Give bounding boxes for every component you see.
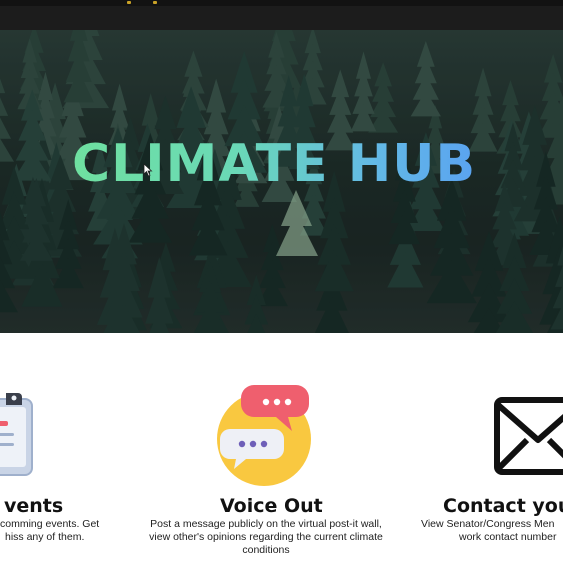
chat-bubbles-icon xyxy=(217,385,311,486)
mouse-cursor-icon xyxy=(143,163,153,177)
description-line: view other's opinions regarding the curr… xyxy=(149,531,383,543)
feature-title: Contact your xyxy=(443,495,563,517)
clipboard-icon xyxy=(0,393,33,476)
window-strip xyxy=(0,0,563,6)
description-line: hiss any of them. xyxy=(5,531,85,543)
browser-top-bar xyxy=(0,0,563,31)
site-title: CLIMATE HUB xyxy=(72,134,477,194)
indicator-dot xyxy=(127,1,131,4)
features-section: vents comming events. Get hiss any of th… xyxy=(0,333,563,563)
feature-title: vents xyxy=(4,495,64,517)
hero-banner: CLIMATE HUB xyxy=(0,30,563,333)
feature-description: comming events. Get hiss any of them. xyxy=(0,518,120,544)
feature-description: Post a message publicly on the virtual p… xyxy=(132,518,400,557)
description-line: Post a message publicly on the virtual p… xyxy=(150,518,382,530)
description-line: conditions xyxy=(242,544,290,556)
description-line: work contact number xyxy=(459,531,557,543)
feature-description: View Senator/Congress Men work contact n… xyxy=(421,518,563,544)
description-line: comming events. Get xyxy=(0,518,100,530)
envelope-icon xyxy=(494,397,563,475)
description-line: View Senator/Congress Men xyxy=(421,518,555,530)
indicator-dot xyxy=(153,1,157,4)
feature-title: Voice Out xyxy=(220,495,323,517)
